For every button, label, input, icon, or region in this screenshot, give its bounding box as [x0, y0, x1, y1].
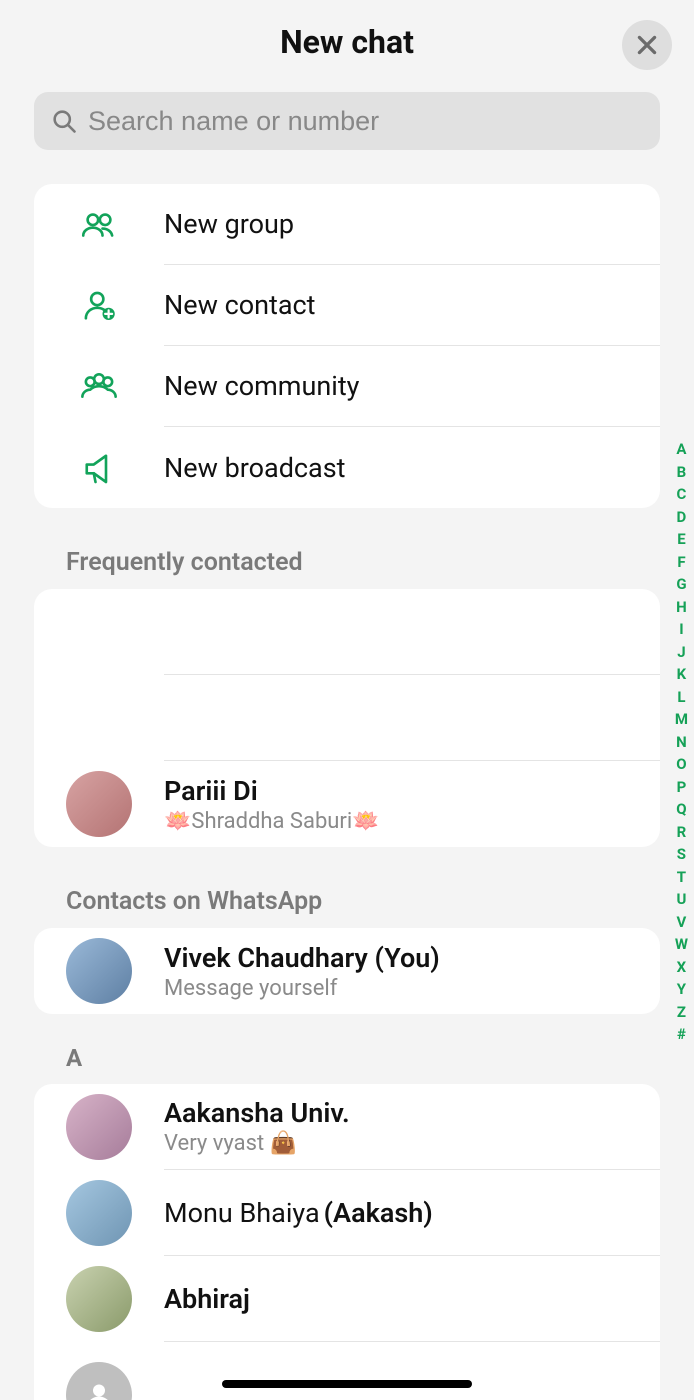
contact-name: Monu Bhaiya (Aakash) — [164, 1197, 640, 1229]
alpha-index-letter[interactable]: B — [677, 461, 687, 484]
home-indicator — [222, 1380, 472, 1388]
section-header-contacts: Contacts on WhatsApp — [0, 887, 694, 916]
page-title: New chat — [280, 23, 414, 61]
search-field[interactable] — [34, 92, 660, 150]
alpha-index-letter[interactable]: R — [677, 821, 687, 844]
contact-row[interactable] — [34, 589, 660, 675]
section-header-letter-a: A — [0, 1044, 694, 1072]
contact-row-self[interactable]: Vivek Chaudhary (You) Message yourself — [34, 928, 660, 1014]
new-contact-option[interactable]: New contact — [34, 265, 660, 346]
alpha-index-letter[interactable]: H — [676, 596, 687, 619]
alpha-index-letter[interactable]: X — [677, 956, 687, 979]
avatar — [66, 1266, 132, 1332]
alpha-index-letter[interactable]: T — [677, 866, 686, 889]
alpha-index-letter[interactable]: I — [679, 618, 683, 641]
alpha-index-letter[interactable]: Z — [677, 1001, 686, 1024]
alpha-index-letter[interactable]: Y — [677, 978, 686, 1001]
search-input[interactable] — [88, 106, 644, 137]
alpha-index-letter[interactable]: G — [676, 573, 686, 596]
alpha-index-letter[interactable]: P — [677, 776, 687, 799]
header: New chat — [0, 0, 694, 84]
new-broadcast-option[interactable]: New broadcast — [34, 427, 660, 508]
alpha-index-letter[interactable]: W — [675, 933, 688, 956]
avatar — [66, 771, 132, 837]
alpha-index-letter[interactable]: O — [676, 753, 686, 776]
contact-status: 🪷Shraddha Saburi🪷 — [164, 809, 640, 834]
alpha-index-letter[interactable]: J — [677, 641, 685, 664]
contact-status: Very vyast 👜 — [164, 1131, 640, 1156]
alpha-index-letter[interactable]: K — [677, 663, 687, 686]
contact-row[interactable]: Pariii Di 🪷Shraddha Saburi🪷 — [34, 761, 660, 847]
contact-name: Abhiraj — [164, 1283, 640, 1315]
contact-name: Aakansha Univ. — [164, 1097, 640, 1129]
avatar — [66, 1094, 132, 1160]
alpha-index-letter[interactable]: F — [677, 551, 685, 574]
self-contact-card: Vivek Chaudhary (You) Message yourself — [34, 928, 660, 1014]
contact-row[interactable] — [34, 1342, 660, 1400]
option-label: New community — [164, 370, 359, 402]
alpha-index-letter[interactable]: # — [677, 1023, 686, 1046]
alpha-index-letter[interactable]: C — [677, 483, 687, 506]
contact-status: Message yourself — [164, 976, 640, 1001]
avatar — [66, 938, 132, 1004]
close-icon — [634, 32, 660, 58]
close-button[interactable] — [622, 20, 672, 70]
alpha-index-letter[interactable]: E — [677, 528, 685, 551]
alpha-index-letter[interactable]: N — [676, 731, 687, 754]
contact-row[interactable]: Monu Bhaiya (Aakash) — [34, 1170, 660, 1256]
contact-row[interactable]: Aakansha Univ. Very vyast 👜 — [34, 1084, 660, 1170]
avatar — [66, 1362, 132, 1400]
contact-row[interactable]: Abhiraj — [34, 1256, 660, 1342]
alpha-index-letter[interactable]: D — [677, 506, 687, 529]
alpha-index-letter[interactable]: L — [677, 686, 685, 709]
contact-name: Vivek Chaudhary (You) — [164, 942, 640, 974]
option-label: New contact — [164, 289, 316, 321]
add-contact-icon — [78, 285, 120, 327]
option-label: New group — [164, 208, 294, 240]
alpha-index-letter[interactable]: S — [677, 843, 686, 866]
new-options-card: New group New contact New community — [34, 184, 660, 508]
search-icon — [50, 107, 78, 135]
new-group-option[interactable]: New group — [34, 184, 660, 265]
new-community-option[interactable]: New community — [34, 346, 660, 427]
alpha-index-letter[interactable]: U — [676, 888, 686, 911]
search-bar — [34, 92, 660, 150]
contact-row[interactable] — [34, 675, 660, 761]
alpha-index-letter[interactable]: M — [675, 708, 688, 731]
contact-name: Pariii Di — [164, 775, 640, 807]
group-icon — [78, 204, 120, 246]
alpha-index[interactable]: ABCDEFGHIJKLMNOPQRSTUVWXYZ# — [675, 438, 688, 1046]
section-header-frequent: Frequently contacted — [0, 548, 694, 577]
avatar — [66, 1180, 132, 1246]
community-icon — [78, 366, 120, 408]
frequent-contacts-card: Pariii Di 🪷Shraddha Saburi🪷 — [34, 589, 660, 847]
option-label: New broadcast — [164, 452, 346, 484]
alpha-index-letter[interactable]: Q — [676, 798, 686, 821]
alpha-index-letter[interactable]: V — [677, 911, 687, 934]
contacts-a-card: Aakansha Univ. Very vyast 👜 Monu Bhaiya … — [34, 1084, 660, 1400]
alpha-index-letter[interactable]: A — [676, 438, 686, 461]
broadcast-icon — [78, 447, 120, 489]
